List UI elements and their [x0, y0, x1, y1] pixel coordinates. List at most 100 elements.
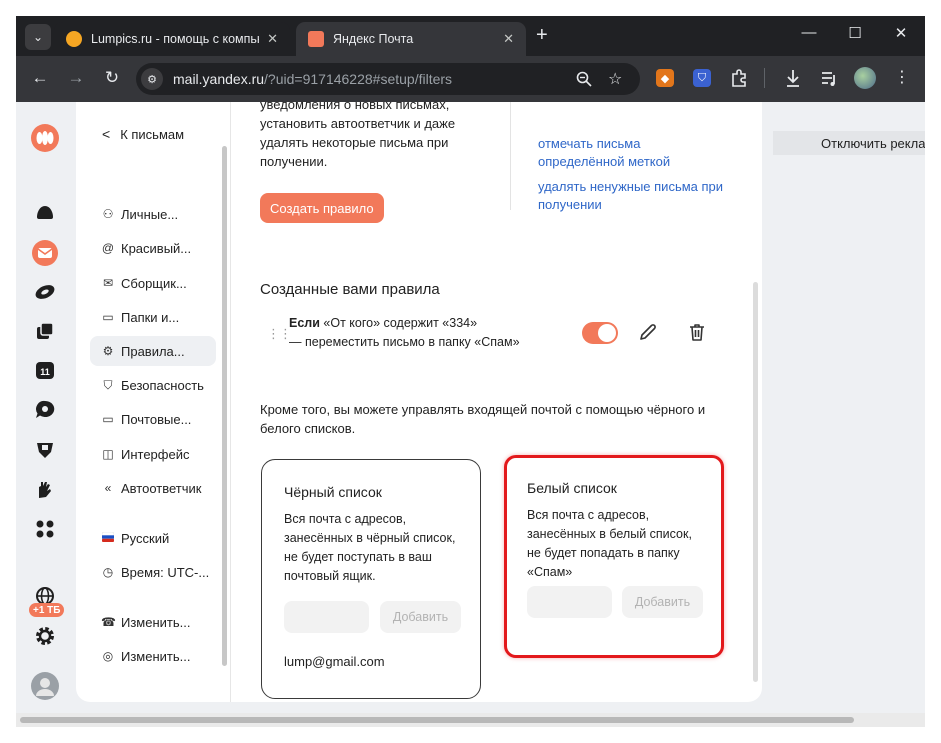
- left-rail: 11 +1 ТБ: [16, 102, 76, 713]
- maximize-button[interactable]: ☐: [840, 24, 870, 42]
- yandex-logo-icon[interactable]: [30, 123, 60, 153]
- toggle-knob: [598, 324, 616, 342]
- link-mark-with-label[interactable]: отмечать письма определённой меткой: [538, 135, 670, 171]
- notes-icon[interactable]: [33, 319, 57, 343]
- download-icon[interactable]: [784, 68, 802, 88]
- nav-item-label: Сборщик...: [121, 275, 187, 291]
- nav-item-interface[interactable]: ◫ Интерфейс: [90, 439, 216, 469]
- nav-item-label: Личные...: [121, 206, 179, 222]
- close-tab-icon[interactable]: ✕: [503, 31, 514, 47]
- nav-item-rules[interactable]: ⚙ Правила...: [90, 336, 216, 366]
- nav-item-security[interactable]: ⛉ Безопасность: [90, 370, 216, 400]
- delete-trash-icon[interactable]: [687, 322, 707, 342]
- intro-line: удалять некоторые письма при: [260, 135, 449, 150]
- tab-search-button[interactable]: ⌄: [25, 24, 51, 50]
- telemost-icon[interactable]: [33, 438, 57, 462]
- link-line: отмечать письма: [538, 136, 641, 151]
- blacklist-add-button[interactable]: Добавить: [380, 601, 461, 633]
- laptop-icon: ▭: [102, 412, 114, 426]
- new-tab-button[interactable]: +: [536, 24, 548, 47]
- tab-lumpics[interactable]: Lumpics.ru - помощь с компьютером ✕: [54, 22, 290, 56]
- intro-line: получении.: [260, 154, 328, 169]
- disk-icon[interactable]: [33, 279, 57, 303]
- desc-line: занесённых в белый список,: [527, 527, 692, 541]
- nav-item-timezone[interactable]: ◷ Время: UTC-...: [90, 557, 216, 587]
- messenger-icon[interactable]: [33, 398, 57, 422]
- nav-item-label: Изменить...: [121, 614, 191, 630]
- layout-icon: ◫: [102, 447, 114, 461]
- reload-button[interactable]: ↻: [100, 68, 124, 88]
- playlist-icon[interactable]: [820, 69, 838, 87]
- content-scrollbar[interactable]: [753, 282, 758, 682]
- tab-yandex-mail[interactable]: Яндекс Почта ✕: [296, 22, 526, 56]
- storage-badge[interactable]: +1 ТБ: [29, 603, 65, 617]
- folder-icon: ▭: [102, 310, 114, 324]
- horizontal-scrollbar[interactable]: [16, 713, 925, 727]
- nav-item-change-phone[interactable]: ☎ Изменить...: [90, 607, 216, 637]
- settings-gear-icon[interactable]: [33, 624, 57, 648]
- whitelist-add-button[interactable]: Добавить: [622, 586, 703, 618]
- fox-extension-icon[interactable]: ◆: [656, 69, 674, 87]
- close-tab-icon[interactable]: ✕: [267, 31, 278, 47]
- back-to-mail-link[interactable]: < К письмам: [102, 126, 184, 142]
- star-icon[interactable]: ☆: [608, 69, 622, 89]
- nav-item-label: Безопасность: [121, 377, 204, 393]
- nav-item-label: Русский: [121, 530, 170, 546]
- close-window-button[interactable]: ✕: [886, 24, 916, 42]
- nav-item-label: Папки и...: [121, 309, 180, 325]
- profile-avatar[interactable]: [854, 67, 876, 89]
- desc-line: занесённых в чёрный список,: [284, 531, 456, 545]
- nav-scrollbar[interactable]: [222, 146, 227, 666]
- mail-page: 11 +1 ТБ < К письмам ⚇ Личные... @ Красивы…: [16, 102, 925, 713]
- at-icon: @: [101, 241, 115, 255]
- edit-pencil-icon[interactable]: [638, 322, 658, 342]
- puzzle-icon[interactable]: [730, 69, 748, 87]
- zoom-icon[interactable]: [576, 71, 592, 87]
- mail-icon[interactable]: [31, 239, 59, 267]
- nav-item-mail-programs[interactable]: ▭ Почтовые...: [90, 404, 216, 434]
- nav-item-address[interactable]: @ Красивый...: [90, 233, 216, 263]
- scrollbar-thumb[interactable]: [20, 717, 854, 723]
- rule-condition: «От кого» содержит «334»: [319, 316, 478, 330]
- site-info-icon[interactable]: ⚙: [141, 68, 163, 90]
- rule-action: — переместить письмо в папку «Спам»: [289, 335, 520, 349]
- link-delete-unwanted[interactable]: удалять ненужные письма при получении: [538, 178, 723, 214]
- blacklist-title: Чёрный список: [284, 484, 382, 500]
- nav-item-label: Изменить...: [121, 648, 191, 664]
- shield-extension-icon[interactable]: ⛉: [693, 69, 711, 87]
- nav-item-personal[interactable]: ⚇ Личные...: [90, 199, 216, 229]
- rules-icon: ⚙: [102, 344, 114, 358]
- person-icon: ⚇: [102, 207, 114, 221]
- nav-item-label: Интерфейс: [121, 446, 190, 462]
- id-icon: ◎: [102, 649, 114, 663]
- nav-item-collector[interactable]: ✉ Сборщик...: [90, 268, 216, 298]
- disable-ads-button[interactable]: Отключить рекла: [773, 131, 925, 155]
- user-avatar-icon[interactable]: [31, 672, 59, 700]
- minimize-button[interactable]: —: [794, 24, 824, 41]
- all-services-icon[interactable]: [33, 517, 57, 541]
- shield-icon: ⛉: [103, 377, 113, 392]
- calendar-icon[interactable]: 11: [33, 358, 57, 382]
- nav-item-language[interactable]: Русский: [90, 523, 216, 553]
- url-path: /?uid=917146228#setup/filters: [264, 71, 453, 87]
- address-bar[interactable]: ⚙ mail.yandex.ru/?uid=917146228#setup/fi…: [136, 63, 640, 95]
- forward-button[interactable]: →: [64, 68, 88, 88]
- envelope-icon: ✉: [102, 276, 114, 290]
- rule-enabled-toggle[interactable]: [582, 322, 618, 344]
- whitelist-title: Белый список: [527, 480, 617, 496]
- menu-icon[interactable]: ⋮: [894, 67, 910, 87]
- nav-item-change-id[interactable]: ◎ Изменить...: [90, 641, 216, 671]
- intro-line: уведомления о новых письмах,: [260, 102, 450, 112]
- lists-intro-line: белого списков.: [260, 421, 356, 436]
- alice-icon[interactable]: [33, 201, 57, 225]
- nav-item-folders[interactable]: ▭ Папки и...: [90, 302, 216, 332]
- back-button[interactable]: ←: [28, 68, 52, 88]
- link-line: получении: [538, 197, 602, 212]
- hand-icon[interactable]: [33, 477, 57, 501]
- create-rule-button[interactable]: Создать правило: [260, 193, 384, 223]
- drag-handle-icon[interactable]: ⋮⋮: [267, 326, 292, 342]
- nav-item-autoreply[interactable]: « Автоответчик: [90, 473, 216, 503]
- blacklist-email-input[interactable]: [284, 601, 369, 633]
- phone-icon: ☎: [101, 615, 116, 629]
- whitelist-email-input[interactable]: [527, 586, 612, 618]
